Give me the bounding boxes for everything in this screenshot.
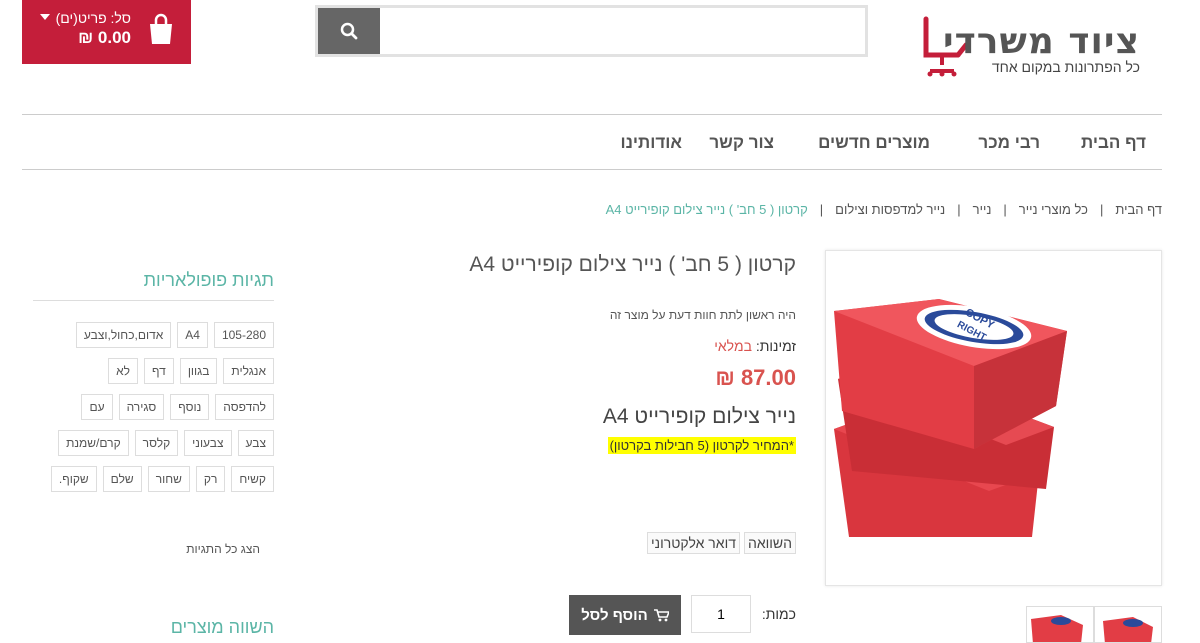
availability-value: במלאי — [714, 338, 752, 354]
tag[interactable]: שחור — [147, 466, 190, 492]
tag[interactable]: עם — [81, 394, 113, 420]
tag[interactable]: צבעוני — [184, 430, 232, 456]
tag[interactable]: 105-280 — [213, 322, 274, 348]
nav-item-about[interactable]: אודותינו — [620, 133, 682, 153]
cart-button[interactable]: סל: פריט(ים) 0.00 ₪ — [22, 0, 191, 64]
breadcrumb-separator: | — [1003, 202, 1007, 217]
popular-tags-title: תגיות פופולאריות — [143, 270, 274, 290]
breadcrumb-item[interactable]: נייר — [973, 202, 992, 217]
tag[interactable]: בגוון — [179, 358, 218, 384]
cart-label: סל: פריט(ים) — [55, 10, 131, 26]
tag[interactable]: דף — [144, 358, 174, 384]
tag[interactable]: צבע — [237, 430, 274, 456]
cart-icon — [653, 608, 669, 621]
search-button[interactable] — [318, 8, 380, 54]
product-thumbnail[interactable] — [1094, 606, 1162, 643]
product-thumbnail[interactable] — [1026, 606, 1094, 643]
tag[interactable]: קשיח — [231, 466, 274, 492]
nav-item-contact[interactable]: צור קשר — [709, 133, 774, 153]
product-image[interactable]: COPY RIGHT — [825, 250, 1162, 586]
main-nav: דף הבית רבי מכר מוצרים חדשים צור קשר אוד… — [22, 114, 1162, 170]
tag[interactable]: A4 — [177, 322, 208, 348]
paper-boxes-illustration: COPY RIGHT — [834, 299, 1067, 537]
shopping-bag-icon — [150, 13, 172, 44]
breadcrumb-separator: | — [819, 202, 824, 217]
add-to-cart-button[interactable]: הוסף לסל — [569, 595, 681, 635]
breadcrumb-item[interactable]: דף הבית — [1115, 202, 1162, 217]
tag[interactable]: שלם — [102, 466, 142, 492]
chevron-down-icon — [40, 14, 50, 20]
email-button[interactable]: דואר אלקטרוני — [647, 532, 740, 554]
quantity-input[interactable] — [691, 595, 751, 633]
search-icon — [340, 22, 358, 40]
nav-item-bestsellers[interactable]: רבי מכר — [978, 133, 1040, 153]
tag[interactable]: שקוף. — [50, 466, 97, 492]
tag[interactable]: קלסר — [134, 430, 179, 456]
tag[interactable]: נוסף — [170, 394, 210, 420]
nav-item-home[interactable]: דף הבית — [1081, 133, 1146, 153]
breadcrumb-current: קרטון ( 5 חב' ) נייר צילום קופירייט A4 — [605, 202, 808, 217]
nav-item-new-products[interactable]: מוצרים חדשים — [818, 133, 930, 153]
product-actions: השוואה דואר אלקטרוני — [647, 532, 796, 554]
tag-cloud: 105-280 A4 אדום,כחול,וצבע אנגלית בגוון ד… — [48, 322, 274, 492]
availability: זמינות: במלאי — [714, 338, 796, 354]
availability-label: זמינות: — [755, 338, 796, 354]
logo-title: ציוד משרדי — [943, 21, 1140, 62]
tag[interactable]: לא — [108, 358, 139, 384]
logo-subtitle: כל הפתרונות במקום אחד — [991, 59, 1140, 75]
review-prompt[interactable]: היה ראשון לתת חוות דעת על מוצר זה — [610, 308, 796, 322]
view-all-tags-link[interactable]: הצג כל התגיות — [186, 542, 260, 556]
tag[interactable]: קרם/שמנת — [58, 430, 129, 456]
breadcrumb-separator: | — [957, 202, 961, 217]
tag[interactable]: רק — [195, 466, 226, 492]
compare-button[interactable]: השוואה — [743, 532, 796, 554]
tag[interactable]: אנגלית — [223, 358, 274, 384]
search-input[interactable] — [380, 8, 865, 54]
tag[interactable]: להדפסה — [215, 394, 274, 420]
breadcrumb-separator: | — [1099, 202, 1104, 217]
compare-products-title: השווה מוצרים — [170, 617, 274, 637]
cart-total: 0.00 ₪ — [78, 28, 131, 47]
thumbnail-strip — [1026, 606, 1162, 643]
product-price: 87.00 ₪ — [715, 365, 796, 390]
tag[interactable]: אדום,כחול,וצבע — [75, 322, 172, 348]
product-subtitle: נייר צילום קופירייט A4 — [602, 405, 796, 428]
add-to-cart-label: הוסף לסל — [581, 606, 648, 624]
search-bar — [315, 5, 868, 57]
breadcrumb-item[interactable]: כל מוצרי נייר — [1019, 202, 1088, 217]
price-note: *המחיר לקרטון (5 חבילות בקרטון) — [607, 437, 796, 454]
divider — [33, 300, 274, 301]
quantity-label: כמות: — [761, 606, 796, 622]
product-title: קרטון ( 5 חב' ) נייר צילום קופירייט A4 — [469, 253, 796, 276]
tag[interactable]: סגירה — [118, 394, 165, 420]
breadcrumb-item[interactable]: נייר למדפסות וצילום — [835, 202, 945, 217]
site-logo[interactable]: ציוד משרדי כל הפתרונות במקום אחד — [920, 15, 1140, 77]
breadcrumb: דף הבית | כל מוצרי נייר | נייר | נייר למ… — [606, 202, 1162, 217]
